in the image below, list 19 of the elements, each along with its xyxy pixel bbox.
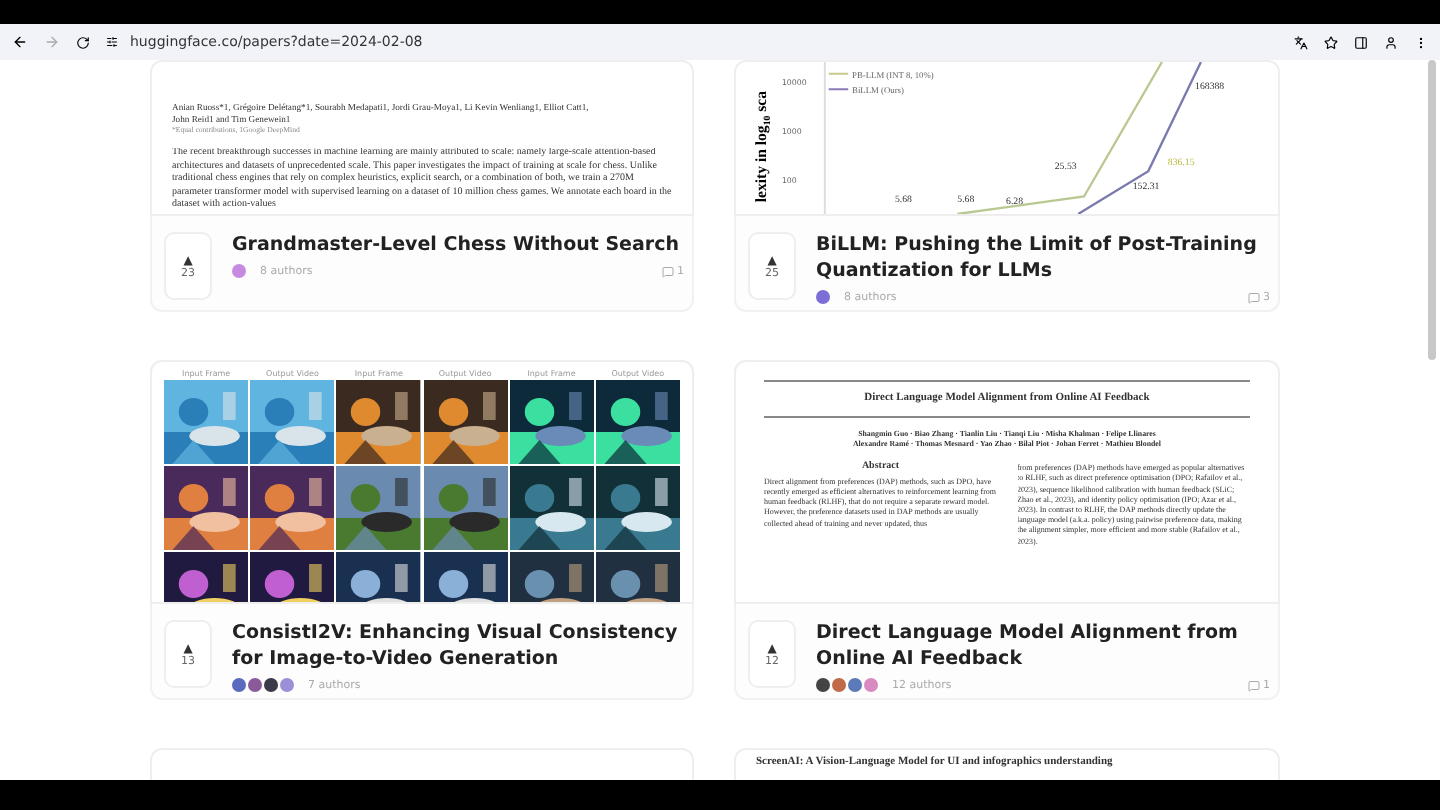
scrollbar-thumb[interactable] xyxy=(1428,60,1436,360)
legend-marker xyxy=(827,72,850,75)
paper-title[interactable]: Grandmaster-Level Chess Without Search xyxy=(232,232,684,258)
paper-thumbnail[interactable] xyxy=(734,360,1280,604)
back-icon[interactable] xyxy=(12,34,28,50)
comment-icon xyxy=(1247,291,1259,303)
reload-icon[interactable] xyxy=(76,35,90,49)
menu-icon[interactable] xyxy=(1414,35,1428,49)
comment-icon xyxy=(661,265,673,277)
paper-title[interactable]: Direct Language Model Alignment from Online AI Feedback xyxy=(816,620,1270,672)
paper-title[interactable]: ConsistI2V: Enhancing Visual Consistency for Image-to-Video Generation xyxy=(232,620,684,672)
bookmark-star-icon[interactable] xyxy=(1324,35,1338,49)
paper-title[interactable]: BiLLM: Pushing the Limit of Post-Training Quantization for LLMs xyxy=(816,232,1270,284)
side-panel-icon[interactable] xyxy=(1354,35,1368,49)
comment-icon xyxy=(1247,679,1259,691)
legend-marker xyxy=(827,88,850,91)
translate-icon[interactable] xyxy=(1294,35,1308,49)
profile-icon[interactable] xyxy=(1384,35,1398,49)
paper-thumbnail[interactable] xyxy=(150,748,694,780)
